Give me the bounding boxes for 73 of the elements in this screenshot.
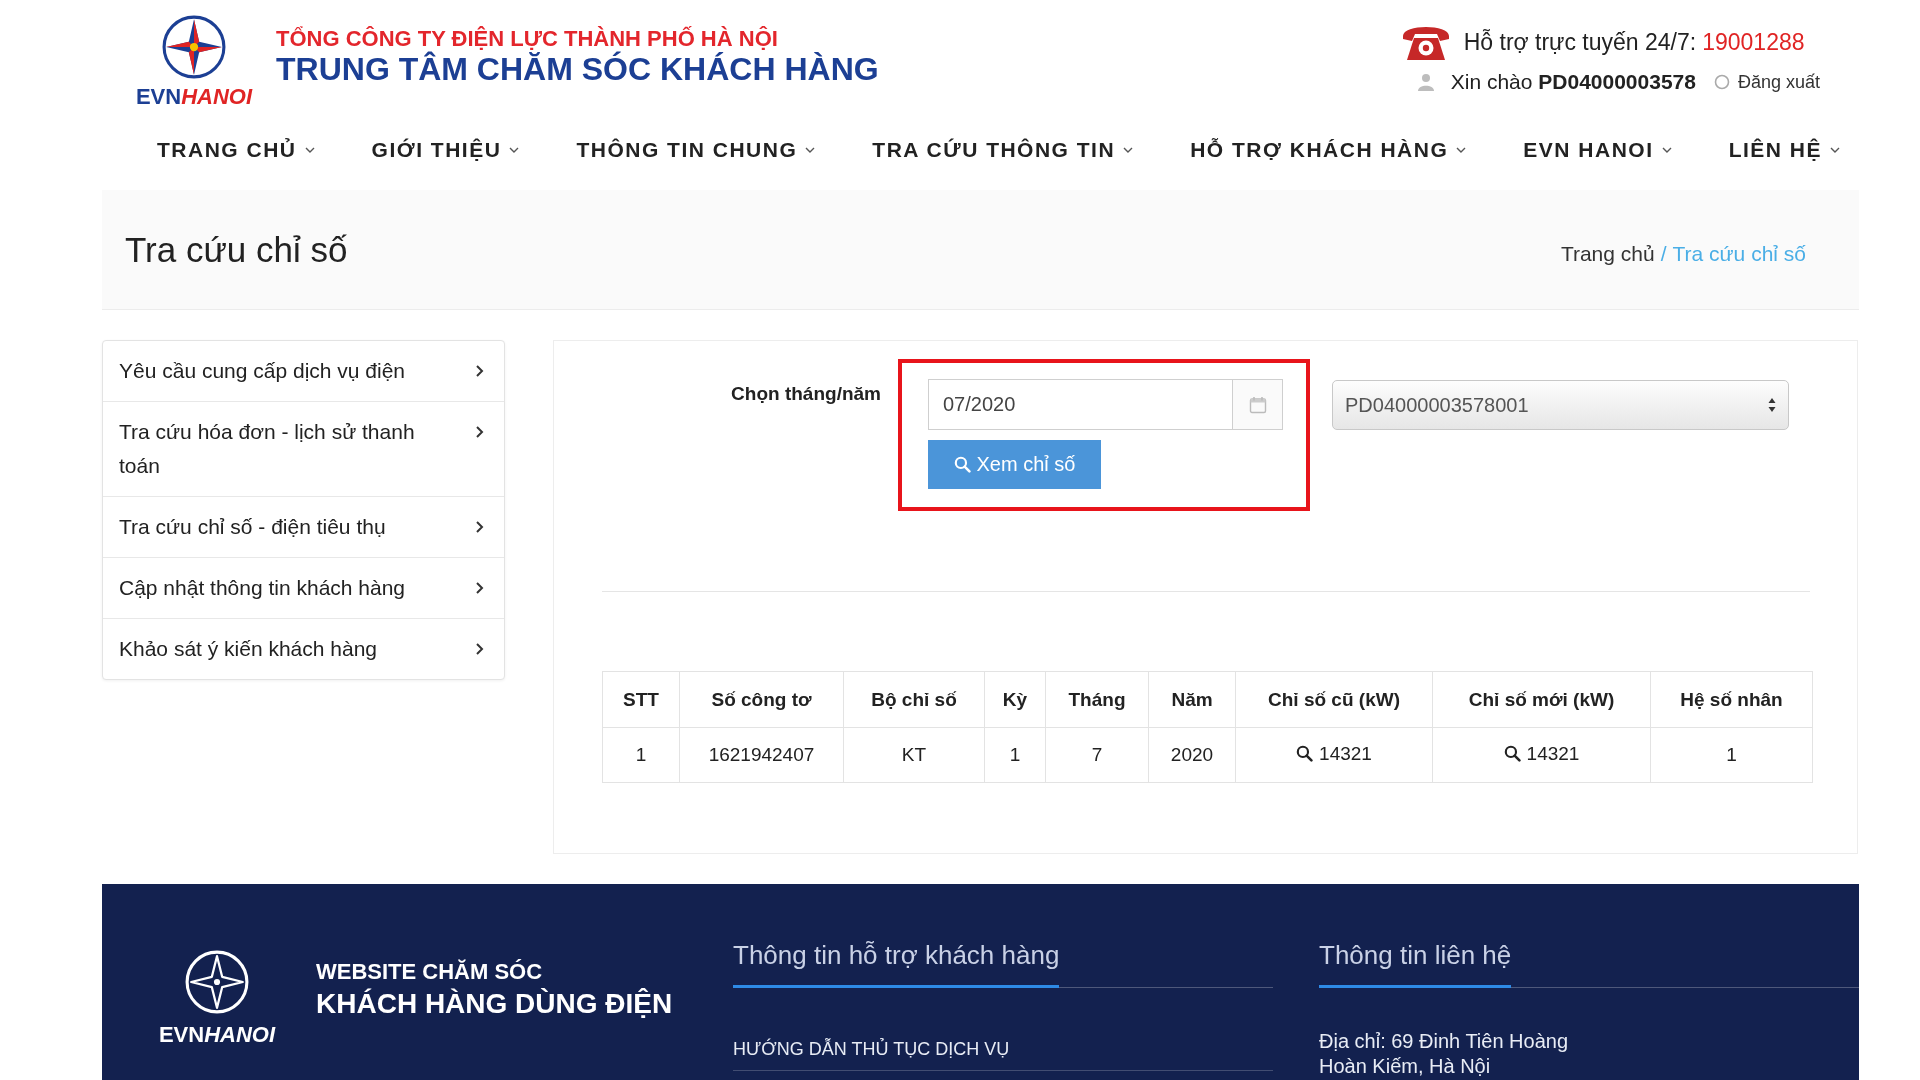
caret-icon	[1123, 147, 1134, 153]
field-label: Chọn tháng/năm	[731, 383, 881, 404]
contact-address: Hoàn Kiếm, Hà Nội	[1319, 1054, 1492, 1079]
footer-brand-name: EVNHANOI	[158, 1023, 276, 1047]
sidebar-item[interactable]: Cập nhật thông tin khách hàng	[103, 558, 504, 619]
chevron-right-icon	[475, 642, 484, 656]
nav-item[interactable]: THÔNG TIN CHUNG	[576, 138, 816, 162]
table-cell: 2020	[1148, 727, 1236, 783]
footer-column-title: Thông tin hỗ trợ khách hàng	[733, 940, 1060, 988]
select-arrows-icon	[1768, 397, 1776, 413]
nav-item[interactable]: HỖ TRỢ KHÁCH HÀNG	[1190, 138, 1467, 162]
footer-site-title: KHÁCH HÀNG DÙNG ĐIỆN	[316, 987, 673, 1021]
table-cell: KT	[843, 727, 985, 783]
table-cell: 7	[1045, 727, 1149, 783]
nav-item[interactable]: GIỚI THIỆU	[371, 138, 520, 162]
caret-icon	[805, 147, 816, 153]
sidebar-item[interactable]: Yêu cầu cung cấp dịch vụ điện	[103, 341, 504, 402]
footer-tagline: WEBSITE CHĂM SÓC	[316, 959, 543, 985]
hotline-label: Hỗ trợ trực tuyến 24/7:	[1463, 28, 1697, 56]
date-field[interactable]: 07/2020	[928, 379, 1232, 430]
table-header-cell: Hệ số nhân	[1650, 671, 1813, 728]
caret-icon	[1661, 147, 1672, 153]
meter-select[interactable]: PD04000003578001	[1332, 380, 1789, 430]
reading-link[interactable]: 14321	[1503, 742, 1580, 765]
footer-column-title: Thông tin liên hệ	[1319, 940, 1512, 988]
table-cell: 1	[602, 727, 680, 783]
company-name: TỔNG CÔNG TY ĐIỆN LỰC THÀNH PHỐ HÀ NỘI	[276, 27, 778, 51]
calendar-icon	[1248, 395, 1267, 414]
table-header-cell: Kỳ	[984, 671, 1046, 728]
search-icon	[953, 456, 971, 473]
table-header-cell: Chỉ số cũ (kW)	[1235, 671, 1433, 728]
nav-item[interactable]: TRANG CHỦ	[157, 138, 315, 162]
table-header-cell: Số công tơ	[679, 671, 844, 728]
sidebar-item[interactable]: Tra cứu hóa đơn - lịch sử thanh toán	[103, 402, 504, 497]
chevron-right-icon	[475, 520, 484, 534]
nav-item[interactable]: EVN HANOI	[1523, 138, 1672, 162]
reading-link[interactable]: 14321	[1296, 742, 1372, 765]
table-header-cell: Tháng	[1045, 671, 1149, 728]
table-cell: 1	[984, 727, 1046, 783]
greeting-text: Xin chào PD04000003578	[1450, 70, 1696, 94]
logout-link[interactable]: Đăng xuất	[1713, 71, 1820, 93]
table-header-cell: Bộ chỉ số	[843, 671, 985, 728]
caret-icon	[509, 147, 520, 153]
caret-icon	[304, 147, 315, 153]
table-cell: 1621942407	[679, 727, 844, 783]
chevron-right-icon	[475, 425, 484, 439]
sidebar-item[interactable]: Khảo sát ý kiến khách hàng	[103, 619, 504, 679]
brand-name: EVNHANOI	[135, 85, 253, 109]
caret-icon	[1829, 147, 1840, 153]
search-icon	[1503, 745, 1521, 763]
hotline-number: 19001288	[1702, 28, 1805, 56]
page-title: Tra cứu chỉ số	[125, 229, 348, 270]
table-cell: 1	[1650, 727, 1813, 783]
breadcrumb-link[interactable]: Trang chủ	[1560, 241, 1655, 266]
site-title: TRUNG TÂM CHĂM SÓC KHÁCH HÀNG	[276, 51, 879, 87]
breadcrumb-separator: /	[1660, 241, 1667, 266]
table-header-cell: Năm	[1148, 671, 1236, 728]
ring-icon	[1713, 74, 1730, 90]
chevron-right-icon	[475, 364, 484, 378]
calendar-button[interactable]	[1232, 379, 1283, 430]
table-header-cell: Chỉ số mới (kW)	[1432, 671, 1651, 728]
chevron-right-icon	[475, 581, 484, 595]
caret-icon	[1456, 147, 1467, 153]
search-icon	[1296, 745, 1314, 763]
table-header-cell: STT	[602, 671, 680, 728]
logo-icon	[161, 14, 227, 80]
nav-item[interactable]: TRA CỨU THÔNG TIN	[872, 138, 1134, 162]
contact-address: Địa chỉ: 69 Đinh Tiên Hoàng	[1319, 1029, 1570, 1054]
user-icon	[1416, 73, 1435, 91]
footer-logo-icon	[184, 949, 250, 1015]
footer-link[interactable]: HƯỚNG DẪN THỦ TỤC DỊCH VỤ	[733, 1038, 1273, 1071]
sidebar-item[interactable]: Tra cứu chỉ số - điện tiêu thụ	[103, 497, 504, 558]
nav-item[interactable]: LIÊN HỆ	[1728, 138, 1840, 162]
